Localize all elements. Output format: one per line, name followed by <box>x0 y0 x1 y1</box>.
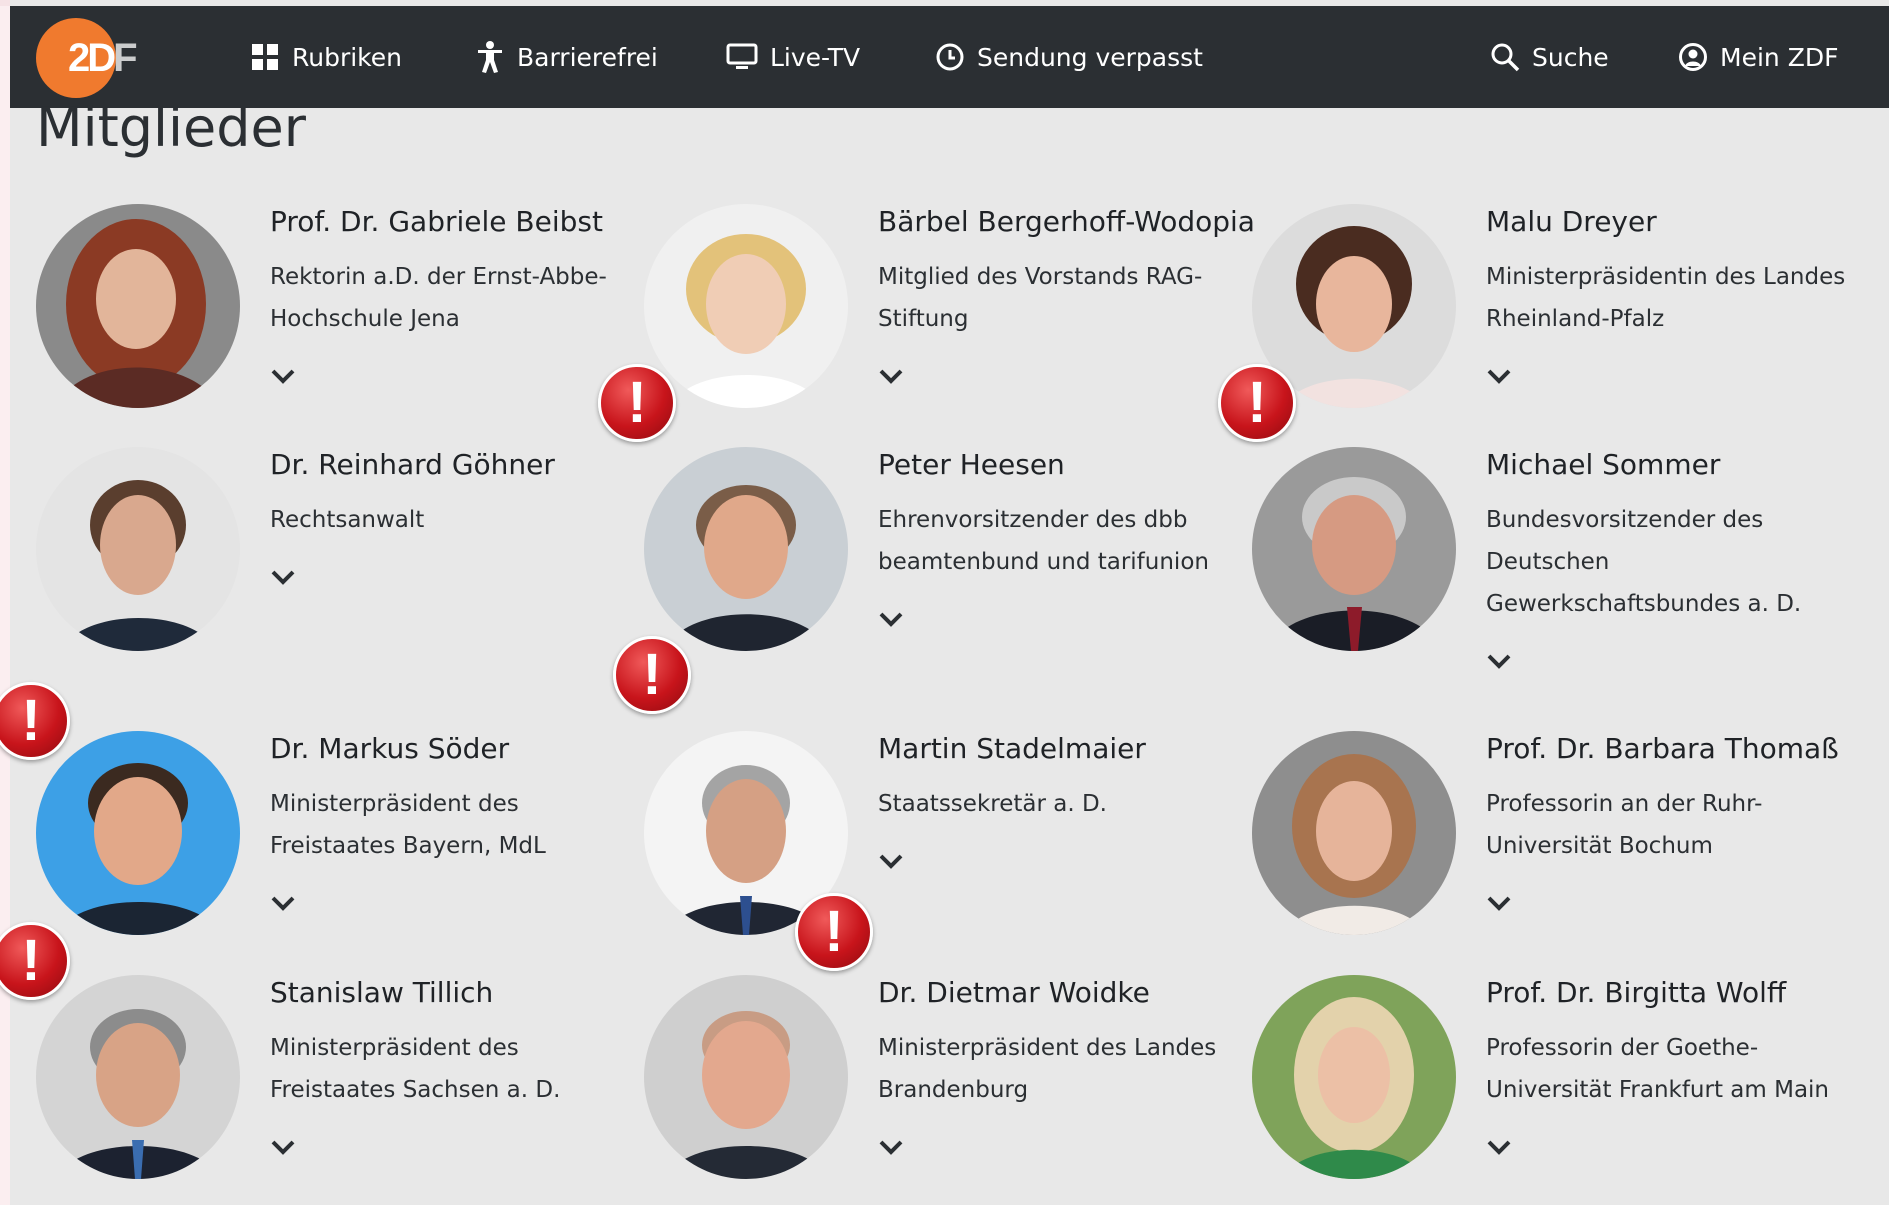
alert-badge: ! <box>598 364 676 442</box>
nav-label: Suche <box>1532 42 1609 72</box>
nav-barrierefrei[interactable]: Barrierefrei <box>475 36 658 78</box>
member-photo <box>644 447 848 651</box>
member-role: Rektorin a.D. der Ernst-Abbe-Hochschule … <box>270 264 607 332</box>
accessibility-icon <box>478 41 502 73</box>
nav-label: Live-TV <box>770 42 861 72</box>
chevron-down-icon[interactable] <box>1486 366 1512 386</box>
chevron-down-icon[interactable] <box>878 609 904 629</box>
member-role: Ministerpräsident des Freistaates Sachse… <box>270 1035 561 1103</box>
nav-live-tv[interactable]: Live-TV <box>726 36 860 78</box>
member-photo <box>36 204 240 408</box>
nav-suche[interactable]: Suche <box>1490 36 1609 78</box>
chevron-down-icon[interactable] <box>878 851 904 871</box>
grid-icon <box>252 44 278 70</box>
member-role: Professorin an der Ruhr-Universität Boch… <box>1486 791 1763 859</box>
alert-badge: ! <box>795 893 873 971</box>
chevron-down-icon[interactable] <box>1486 651 1512 671</box>
member-name: Stanislaw Tillich <box>270 976 494 1009</box>
member-photo <box>1252 975 1456 1179</box>
chevron-down-icon[interactable] <box>878 366 904 386</box>
chevron-down-icon[interactable] <box>270 567 296 587</box>
chevron-down-icon[interactable] <box>1486 1137 1512 1157</box>
nav-label: Rubriken <box>292 42 402 72</box>
section-title: Mitglieder <box>36 96 306 159</box>
chevron-down-icon[interactable] <box>270 1137 296 1157</box>
top-navbar: 2DF Rubriken Barrierefrei Live-TV Sendun… <box>10 6 1889 108</box>
member-role: Mitglied des Vorstands RAG-Stiftung <box>878 264 1203 332</box>
member-name: Bärbel Bergerhoff-Wodopia <box>878 205 1255 238</box>
member-name: Prof. Dr. Barbara Thomaß <box>1486 732 1839 765</box>
member-photo <box>36 731 240 935</box>
member-name: Michael Sommer <box>1486 448 1721 481</box>
member-role: Ministerpräsident des Freistaates Bayern… <box>270 791 546 859</box>
member-role: Ministerpräsident des Landes Brandenburg <box>878 1035 1217 1103</box>
zdf-logo-text: 2DF <box>68 36 138 80</box>
member-role: Rechtsanwalt <box>270 507 425 533</box>
member-role: Bundesvorsitzender des Deutschen Gewerks… <box>1486 507 1802 617</box>
tv-icon <box>726 43 758 69</box>
chevron-down-icon[interactable] <box>878 1137 904 1157</box>
alert-badge: ! <box>1218 364 1296 442</box>
chevron-down-icon[interactable] <box>270 893 296 913</box>
member-name: Dr. Markus Söder <box>270 732 510 765</box>
member-name: Dr. Reinhard Göhner <box>270 448 555 481</box>
nav-mein-zdf[interactable]: Mein ZDF <box>1678 36 1838 78</box>
nav-label: Mein ZDF <box>1720 42 1839 72</box>
member-role: Ehrenvorsitzender des dbb beamtenbund un… <box>878 507 1209 575</box>
member-role: Staatssekretär a. D. <box>878 791 1107 817</box>
member-name: Malu Dreyer <box>1486 205 1657 238</box>
clock-icon <box>936 43 964 71</box>
member-photo <box>1252 731 1456 935</box>
member-photo <box>644 975 848 1179</box>
alert-badge: ! <box>613 636 691 714</box>
chevron-down-icon[interactable] <box>270 366 296 386</box>
chevron-down-icon[interactable] <box>1486 893 1512 913</box>
search-icon <box>1491 43 1520 72</box>
nav-sendung-verpasst[interactable]: Sendung verpasst <box>935 36 1203 78</box>
member-name: Dr. Dietmar Woidke <box>878 976 1150 1009</box>
nav-rubriken[interactable]: Rubriken <box>250 36 402 78</box>
member-photo <box>644 204 848 408</box>
member-name: Peter Heesen <box>878 448 1065 481</box>
nav-label: Barrierefrei <box>517 42 658 72</box>
member-role: Ministerpräsidentin des Landes Rheinland… <box>1486 264 1846 332</box>
member-role: Professorin der Goethe-Universität Frank… <box>1486 1035 1830 1103</box>
user-icon <box>1679 43 1707 71</box>
member-photo <box>36 975 240 1179</box>
member-name: Martin Stadelmaier <box>878 732 1146 765</box>
nav-label: Sendung verpasst <box>977 42 1203 72</box>
member-photo <box>36 447 240 651</box>
member-photo <box>1252 447 1456 651</box>
member-name: Prof. Dr. Birgitta Wolff <box>1486 976 1787 1009</box>
member-name: Prof. Dr. Gabriele Beibst <box>270 205 603 238</box>
